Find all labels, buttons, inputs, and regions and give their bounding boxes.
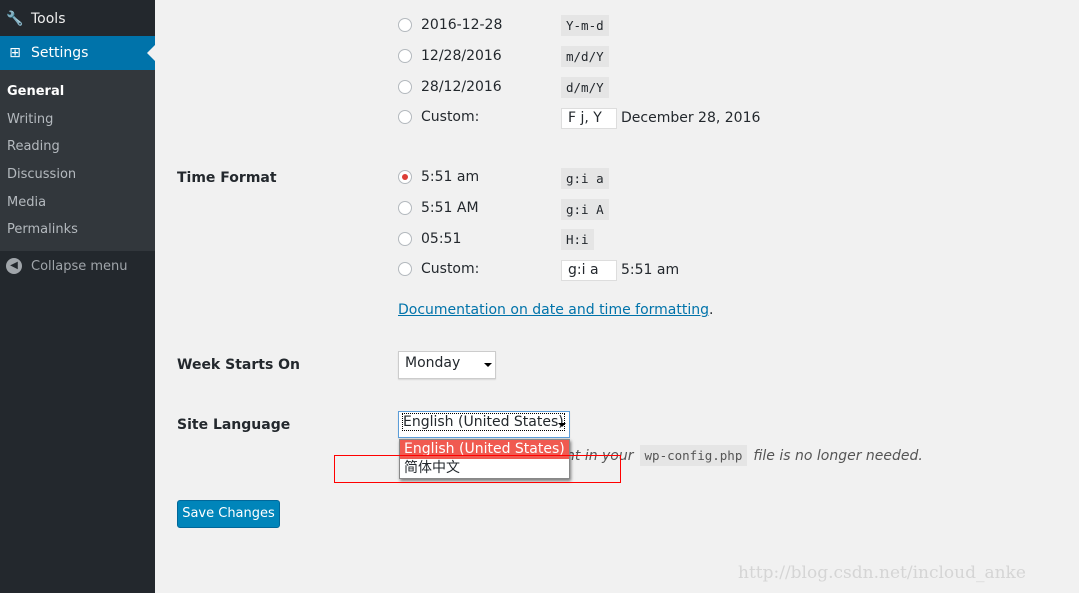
date-option[interactable]: 2016-12-28 — [398, 17, 502, 33]
submenu-general[interactable]: General — [0, 78, 155, 106]
menu-tools[interactable]: 🔧 Tools — [0, 2, 155, 36]
date-option[interactable]: 28/12/2016 — [398, 79, 502, 95]
collapse-menu[interactable]: ◀ Collapse menu — [6, 258, 128, 274]
format-code: Y-m-d — [561, 15, 609, 36]
date-preview: December 28, 2016 — [621, 110, 761, 126]
date-option[interactable]: 12/28/2016 — [398, 48, 502, 64]
radio[interactable] — [398, 232, 412, 246]
submenu-reading[interactable]: Reading — [0, 133, 155, 161]
language-select[interactable]: English (United States) — [398, 411, 570, 438]
time-option[interactable]: 5:51 am — [398, 169, 479, 185]
language-label: Site Language — [177, 417, 291, 433]
submenu-writing[interactable]: Writing — [0, 106, 155, 134]
format-code: m/d/Y — [561, 46, 609, 67]
radio[interactable] — [398, 110, 412, 124]
radio-checked[interactable] — [398, 170, 412, 184]
settings-icon: ⊞ — [9, 45, 21, 61]
date-custom-option[interactable]: Custom: — [398, 109, 479, 125]
time-option[interactable]: 05:51 — [398, 231, 461, 247]
radio[interactable] — [398, 262, 412, 276]
time-custom-input[interactable]: g:i a — [561, 260, 617, 281]
date-custom-input[interactable]: F j, Y — [561, 108, 617, 129]
wrench-icon: 🔧 — [6, 11, 24, 27]
radio[interactable] — [398, 49, 412, 63]
watermark: http://blog.csdn.net/incloud_anke — [738, 563, 1026, 583]
admin-sidebar: 🔧 Tools ⊞ Settings General Writing Reading… — [0, 0, 155, 593]
time-format-label: Time Format — [177, 170, 277, 186]
format-code: g:i A — [561, 199, 609, 220]
format-code: d/m/Y — [561, 77, 609, 98]
time-option[interactable]: 5:51 AM — [398, 200, 479, 216]
radio[interactable] — [398, 201, 412, 215]
time-preview: 5:51 am — [621, 262, 680, 278]
radio[interactable] — [398, 80, 412, 94]
week-select[interactable]: Monday — [398, 351, 496, 379]
time-custom-option[interactable]: Custom: — [398, 261, 479, 277]
week-label: Week Starts On — [177, 357, 301, 373]
dropdown-arrow-icon — [484, 363, 492, 367]
doc-link[interactable]: Documentation on date and time formattin… — [398, 302, 709, 318]
dropdown-arrow-icon — [558, 423, 566, 427]
submenu-permalinks[interactable]: Permalinks — [0, 216, 155, 244]
highlight-box — [334, 455, 621, 483]
menu-settings[interactable]: ⊞ Settings — [0, 36, 155, 70]
submenu-discussion[interactable]: Discussion — [0, 161, 155, 189]
submenu-media[interactable]: Media — [0, 189, 155, 217]
radio[interactable] — [398, 18, 412, 32]
format-code: g:i a — [561, 168, 609, 189]
save-changes-button[interactable]: Save Changes — [177, 500, 280, 528]
settings-submenu: General Writing Reading Discussion Media… — [0, 70, 155, 251]
format-code: H:i — [561, 229, 594, 250]
collapse-icon: ◀ — [6, 258, 22, 274]
doc-line: Documentation on date and time formattin… — [398, 302, 714, 318]
